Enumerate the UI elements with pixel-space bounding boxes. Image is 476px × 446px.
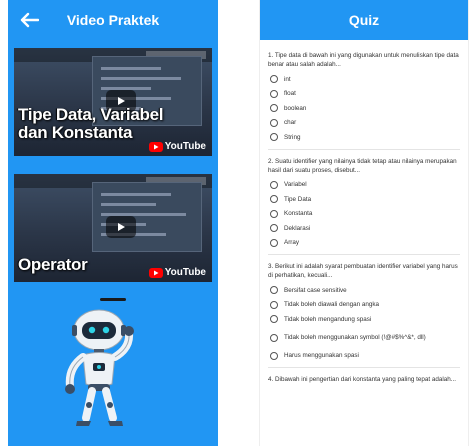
option-label: float: [284, 90, 296, 98]
option-label: Tipe Data: [284, 195, 312, 203]
radio-icon[interactable]: [270, 315, 278, 324]
radio-icon[interactable]: [270, 133, 278, 142]
radio-icon[interactable]: [270, 300, 278, 309]
radio-icon[interactable]: [270, 351, 278, 360]
video-thumbnail-2[interactable]: Operator YouTube: [14, 174, 212, 282]
robot-mascot-icon: [65, 309, 134, 426]
option-label: Array: [284, 239, 300, 247]
option-label: Konstanta: [284, 210, 313, 218]
bottom-panel: [8, 288, 218, 446]
radio-icon[interactable]: [270, 238, 278, 247]
option-radio[interactable]: int: [268, 72, 460, 87]
option-radio[interactable]: Tidak boleh mengandung spasi: [268, 312, 460, 327]
option-radio[interactable]: float: [268, 87, 460, 102]
youtube-logo: YouTube: [148, 267, 206, 278]
option-radio[interactable]: Tipe Data: [268, 192, 460, 207]
back-button[interactable]: [16, 8, 42, 32]
radio-icon[interactable]: [270, 333, 278, 342]
option-label: String: [284, 133, 301, 141]
video-title: Operator: [18, 255, 88, 274]
radio-icon[interactable]: [270, 118, 278, 127]
option-label: Harus menggunakan spasi: [284, 352, 359, 360]
option-label: Bersifat case sensitive: [284, 286, 347, 294]
arrow-left-icon: [20, 12, 39, 28]
option-label: Tidak boleh menggunakan symbol (!@#$%^&*…: [284, 333, 426, 341]
option-radio[interactable]: Bersifat case sensitive: [268, 283, 460, 298]
quiz-title: Quiz: [348, 12, 380, 28]
option-radio[interactable]: Konstanta: [268, 207, 460, 222]
radio-icon[interactable]: [270, 286, 278, 295]
option-radio[interactable]: Tidak boleh diawali dengan angka: [268, 298, 460, 313]
quiz-screen: Quiz 1. Tipe data di bawah ini yang digu…: [259, 0, 469, 446]
option-radio[interactable]: char: [268, 116, 460, 131]
video-title: Tipe Data, Variabel dan Konstanta: [18, 105, 164, 142]
radio-icon[interactable]: [270, 104, 278, 113]
option-radio[interactable]: Harus menggunakan spasi: [268, 349, 460, 364]
question-4: 4. Dibawah ini pengertian dari konstanta…: [268, 376, 456, 383]
option-label: char: [284, 119, 297, 127]
divider: [268, 367, 460, 368]
option-label: Deklarasi: [284, 224, 311, 232]
question-1: 1. Tipe data di bawah ini yang digunakan…: [268, 52, 459, 68]
option-label: boolean: [284, 104, 307, 112]
option-radio[interactable]: Array: [268, 236, 460, 251]
question-3: 3. Berikut ini adalah syarat pembuatan i…: [268, 263, 458, 279]
youtube-logo: YouTube: [148, 141, 206, 152]
question-2: 2. Suatu identifier yang nilainya tidak …: [268, 157, 457, 174]
play-icon: [118, 223, 125, 231]
radio-icon[interactable]: [270, 89, 278, 98]
play-button[interactable]: [106, 216, 136, 238]
option-radio[interactable]: Deklarasi: [268, 221, 460, 236]
video-praktek-screen: Video Praktek Tipe Data, Variabel dan Ko…: [8, 0, 218, 446]
quiz-body: 1. Tipe data di bawah ini yang digunakan…: [260, 40, 468, 384]
option-radio[interactable]: Variabel: [268, 178, 460, 193]
option-label: Tidak boleh diawali dengan angka: [284, 301, 379, 309]
radio-icon[interactable]: [270, 209, 278, 218]
drag-handle[interactable]: [100, 298, 126, 301]
divider: [268, 254, 460, 255]
app-bar: Video Praktek: [8, 0, 218, 40]
youtube-label: YouTube: [164, 141, 206, 152]
youtube-label: YouTube: [164, 267, 206, 278]
divider: [268, 148, 460, 150]
quiz-app-bar: Quiz: [260, 0, 468, 40]
option-label: int: [284, 75, 291, 83]
option-label: Variabel: [284, 181, 307, 189]
option-radio[interactable]: String: [268, 130, 460, 145]
radio-icon[interactable]: [270, 180, 278, 189]
video-thumbnail-1[interactable]: Tipe Data, Variabel dan Konstanta YouTub…: [14, 48, 212, 156]
radio-icon[interactable]: [270, 75, 278, 84]
option-radio[interactable]: Tidak boleh menggunakan symbol (!@#$%^&*…: [268, 327, 460, 349]
option-radio[interactable]: boolean: [268, 101, 460, 116]
option-label: Tidak boleh mengandung spasi: [284, 315, 372, 323]
radio-icon[interactable]: [270, 224, 278, 233]
radio-icon[interactable]: [270, 195, 278, 204]
